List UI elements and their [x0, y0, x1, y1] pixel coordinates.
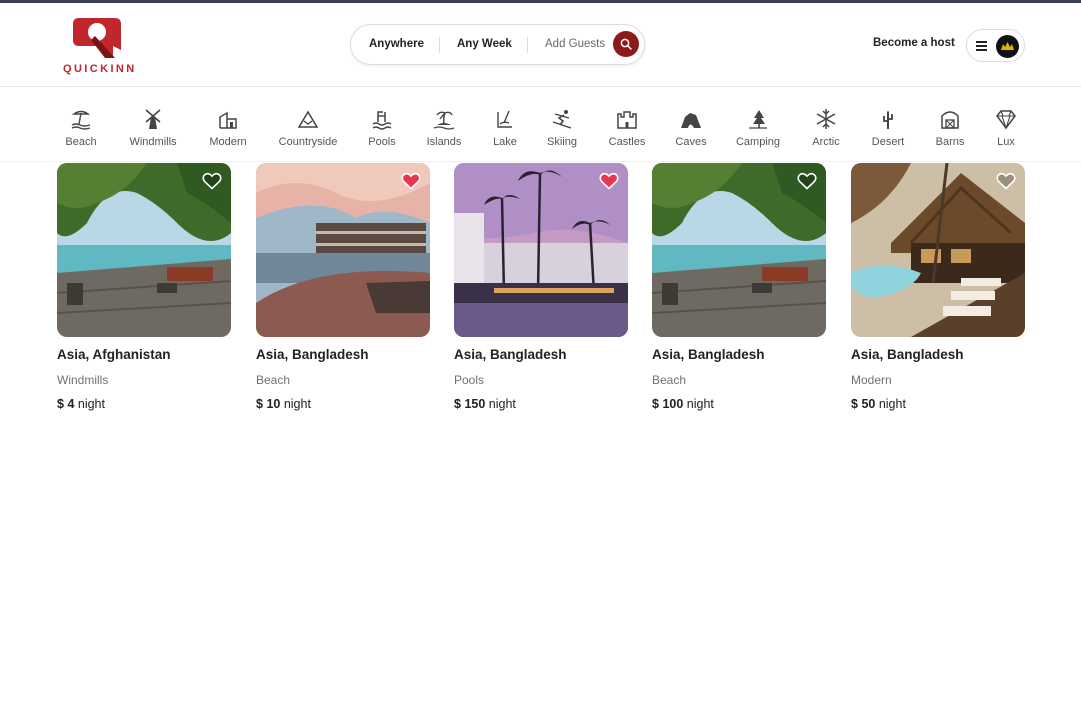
listing-category: Beach [256, 373, 291, 387]
category-beach[interactable]: Beach [64, 108, 98, 156]
category-label: Skiing [547, 136, 577, 148]
category-label: Camping [735, 136, 781, 148]
heart-outline-icon [202, 172, 222, 190]
category-windmills[interactable]: Windmills [126, 108, 180, 156]
category-label: Lake [493, 136, 517, 148]
category-label: Pools [368, 136, 396, 148]
castle-icon [617, 111, 637, 129]
user-menu-button[interactable] [966, 29, 1025, 62]
listing-price: $ 50 night [851, 397, 906, 411]
search-divider [527, 37, 528, 53]
category-label: Modern [209, 136, 247, 148]
cactus-icon [883, 111, 893, 129]
category-lux[interactable]: Lux [993, 108, 1019, 156]
category-label: Beach [65, 136, 97, 148]
listing-card[interactable]: Asia, Bangladesh Beach $ 10 night [256, 163, 430, 423]
listing-location: Asia, Bangladesh [256, 347, 369, 362]
listing-category: Windmills [57, 373, 109, 387]
listing-location: Asia, Bangladesh [652, 347, 765, 362]
favorite-button[interactable] [599, 172, 619, 190]
listing-location: Asia, Bangladesh [454, 347, 567, 362]
snowflake-icon [816, 109, 836, 129]
category-camping[interactable]: Camping [735, 108, 781, 156]
become-host-link[interactable]: Become a host [873, 37, 955, 49]
category-caves[interactable]: Caves [674, 108, 708, 156]
category-skiing[interactable]: Skiing [545, 108, 579, 156]
modern-house-icon [219, 111, 237, 129]
listing-price: $ 10 night [256, 397, 311, 411]
skiing-icon [552, 110, 572, 129]
lake-icon [497, 110, 512, 128]
category-arctic[interactable]: Arctic [810, 108, 842, 156]
windmill-icon [145, 109, 161, 129]
category-modern[interactable]: Modern [208, 108, 248, 156]
diamond-icon [996, 110, 1016, 130]
category-label: Arctic [812, 136, 840, 148]
search-button[interactable] [613, 31, 639, 57]
listing-card[interactable]: Asia, Bangladesh Modern $ 50 night [851, 163, 1025, 423]
category-label: Islands [426, 136, 462, 148]
hamburger-icon [976, 41, 987, 51]
listing-card[interactable]: Asia, Afghanistan Windmills $ 4 night [57, 163, 231, 423]
category-castles[interactable]: Castles [607, 108, 647, 156]
listing-location: Asia, Bangladesh [851, 347, 964, 362]
listing-price: $ 150 night [454, 397, 516, 411]
pool-icon [372, 111, 392, 130]
category-barns[interactable]: Barns [933, 108, 967, 156]
favorite-button[interactable] [996, 172, 1016, 190]
category-pools[interactable]: Pools [366, 108, 398, 156]
search-divider [439, 37, 440, 53]
favorite-button[interactable] [797, 172, 817, 190]
heart-outline-icon [996, 172, 1016, 190]
favorite-button[interactable] [401, 172, 421, 190]
island-icon [433, 111, 455, 130]
favorite-button[interactable] [202, 172, 222, 190]
listing-card[interactable]: Asia, Bangladesh Pools $ 150 night [454, 163, 628, 423]
category-label: Barns [935, 136, 965, 148]
category-label: Lux [997, 136, 1015, 148]
listing-location: Asia, Afghanistan [57, 347, 171, 362]
listing-price: $ 4 night [57, 397, 105, 411]
listing-photo[interactable] [454, 163, 628, 337]
beach-icon [71, 110, 91, 130]
avatar [996, 35, 1019, 58]
heart-filled-icon [599, 172, 619, 190]
category-bar: Beach Windmills Modern Countryside Pools… [0, 88, 1081, 162]
heart-outline-icon [797, 172, 817, 190]
listing-price: $ 100 night [652, 397, 714, 411]
listing-photo[interactable] [256, 163, 430, 337]
avatar-image-icon [1001, 42, 1014, 50]
category-label: Windmills [129, 136, 177, 148]
category-label: Countryside [278, 136, 338, 148]
camping-icon [749, 110, 767, 129]
search-bar[interactable]: Anywhere Any Week Add Guests [350, 24, 645, 65]
listing-category: Pools [454, 373, 485, 387]
category-lake[interactable]: Lake [491, 108, 519, 156]
listing-photo[interactable] [652, 163, 826, 337]
category-label: Desert [871, 136, 905, 148]
search-week[interactable]: Any Week [457, 25, 512, 64]
listing-photo[interactable] [57, 163, 231, 337]
barn-icon [941, 111, 959, 129]
logo-text: QUICKINN [63, 63, 137, 75]
search-icon [620, 38, 632, 50]
listing-photo[interactable] [851, 163, 1025, 337]
listing-category: Modern [851, 373, 892, 387]
category-label: Castles [608, 136, 646, 148]
category-countryside[interactable]: Countryside [277, 108, 339, 156]
heart-filled-icon [401, 172, 421, 190]
logo-mark-icon [73, 18, 121, 58]
listing-card[interactable]: Asia, Bangladesh Beach $ 100 night [652, 163, 826, 423]
logo[interactable]: QUICKINN [63, 16, 137, 76]
listing-category: Beach [652, 373, 687, 387]
mountain-icon [297, 110, 319, 128]
category-desert[interactable]: Desert [869, 108, 907, 156]
search-anywhere[interactable]: Anywhere [369, 25, 424, 64]
header: QUICKINN Anywhere Any Week Add Guests Be… [0, 3, 1081, 87]
search-guests[interactable]: Add Guests [545, 25, 605, 64]
cave-icon [681, 113, 701, 128]
category-label: Caves [675, 136, 707, 148]
category-islands[interactable]: Islands [425, 108, 463, 156]
